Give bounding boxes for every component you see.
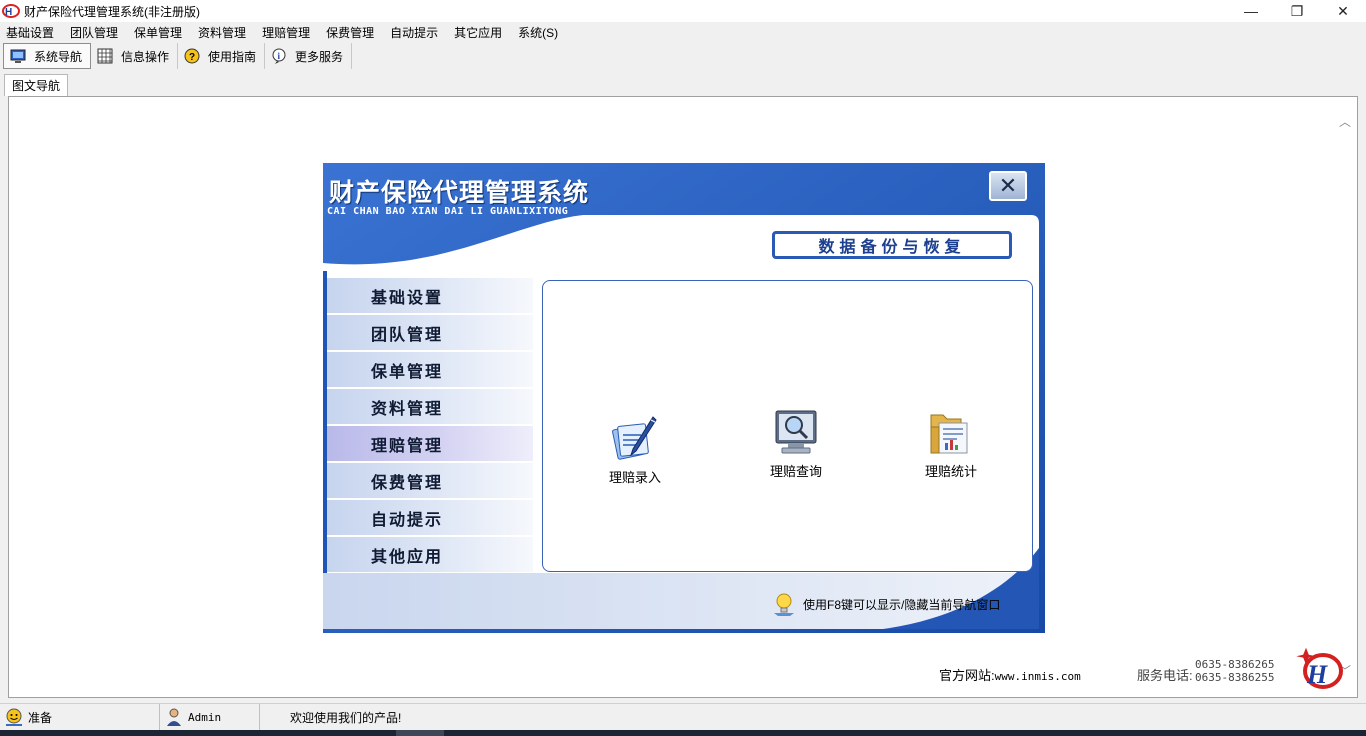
brand-logo-icon: H <box>1296 647 1343 689</box>
section-title-badge: 数据备份与恢复 <box>772 231 1012 259</box>
official-site: 官方网站:www.inmis.com <box>939 665 1081 684</box>
nav-item-policy[interactable]: 保单管理 <box>327 352 533 388</box>
toolbar-system-nav-button[interactable]: 系统导航 <box>3 43 92 69</box>
taskbar-active-app[interactable] <box>396 730 444 736</box>
claim-query-button[interactable]: 理赔查询 <box>770 407 822 480</box>
minimize-button[interactable]: — <box>1228 0 1274 22</box>
site-label: 官方网站: <box>939 668 995 683</box>
status-user: Admin <box>160 704 260 730</box>
status-text: 准备 <box>28 710 53 725</box>
welcome-text: 欢迎使用我们的产品! <box>290 710 402 725</box>
navigation-panel: 财产保险代理管理系统 CAI CHAN BAO XIAN DAI LI GUAN… <box>323 163 1045 633</box>
user-icon <box>167 708 181 726</box>
tab-row: 图文导航 <box>0 74 1366 96</box>
toolbar-more-services-button[interactable]: i 更多服务 <box>265 43 353 69</box>
status-state: 准备 <box>0 704 160 730</box>
taskbar <box>0 730 1366 736</box>
menu-bar: 基础设置 团队管理 保单管理 资料管理 理赔管理 保费管理 自动提示 其它应用 … <box>0 22 1366 42</box>
phone-number: 0635-8386255 <box>1195 671 1275 684</box>
svg-text:?: ? <box>189 52 195 63</box>
scroll-up-icon[interactable]: ︿ <box>1339 113 1351 130</box>
phone-label: 服务电话: <box>1137 668 1193 683</box>
help-icon: ? <box>184 48 200 64</box>
nav-item-basic-settings[interactable]: 基础设置 <box>327 278 533 314</box>
menu-premium[interactable]: 保费管理 <box>326 24 374 41</box>
menu-reminders[interactable]: 自动提示 <box>390 24 438 41</box>
menu-team[interactable]: 团队管理 <box>70 24 118 41</box>
nav-item-claims[interactable]: 理赔管理 <box>327 426 533 462</box>
pen-document-icon <box>612 416 657 460</box>
toolbar-label: 更多服务 <box>295 49 344 64</box>
menu-policy[interactable]: 保单管理 <box>134 24 182 41</box>
content-area: ︿ ﹀ 财产保险代理管理系统 CAI CHAN BAO XIAN DAI LI … <box>8 96 1358 698</box>
panel-subtitle: CAI CHAN BAO XIAN DAI LI GUANLIXITONG <box>327 206 569 217</box>
panel-title: 财产保险代理管理系统 <box>329 178 590 207</box>
toolbar-info-ops-button[interactable]: 信息操作 <box>91 43 179 69</box>
menu-system[interactable]: 系统(S) <box>518 24 558 41</box>
claim-entry-button[interactable]: 理赔录入 <box>609 413 661 486</box>
status-message: 欢迎使用我们的产品! <box>260 704 1366 730</box>
nav-item-reminders[interactable]: 自动提示 <box>327 500 533 536</box>
toolbar-label: 信息操作 <box>121 49 170 64</box>
phone-numbers: 0635-8386265 0635-8386255 <box>1195 658 1274 684</box>
status-bar: 准备 Admin 欢迎使用我们的产品! <box>0 703 1366 730</box>
function-label: 理赔录入 <box>609 470 662 485</box>
nav-menu: 基础设置 团队管理 保单管理 资料管理 理赔管理 保费管理 自动提示 其他应用 <box>327 278 533 574</box>
svg-text:H: H <box>1306 660 1328 689</box>
nav-item-materials[interactable]: 资料管理 <box>327 389 533 425</box>
monitor-icon <box>10 48 26 64</box>
toolbar-label: 使用指南 <box>208 49 257 64</box>
folder-stats-icon <box>930 414 968 454</box>
tab-graphic-nav[interactable]: 图文导航 <box>4 74 69 96</box>
magnifier-monitor-icon <box>775 410 817 454</box>
site-url[interactable]: www.inmis.com <box>995 670 1081 683</box>
function-label: 理赔查询 <box>770 464 823 479</box>
hint-message: 使用F8键可以显示/隐藏当前导航窗口 <box>771 591 1000 617</box>
nav-item-team[interactable]: 团队管理 <box>327 315 533 351</box>
hint-text: 使用F8键可以显示/隐藏当前导航窗口 <box>803 597 1001 612</box>
toolbar: 系统导航 信息操作 ? 使用指南 i 更多服务 <box>0 42 1366 70</box>
restore-button[interactable]: ❐ <box>1274 0 1320 22</box>
phone-number: 0635-8386265 <box>1195 658 1275 671</box>
title-bar: H 财产保险代理管理系统(非注册版) — ❐ ✕ <box>0 0 1366 22</box>
svg-text:H: H <box>5 7 12 18</box>
app-logo-icon: H <box>2 4 20 18</box>
toolbar-label: 系统导航 <box>34 49 83 64</box>
nav-item-other-apps[interactable]: 其他应用 <box>327 537 533 573</box>
info-icon: i <box>271 48 287 64</box>
panel-close-button[interactable]: ✕ <box>989 171 1027 201</box>
menu-claims[interactable]: 理赔管理 <box>262 24 310 41</box>
lightbulb-icon <box>774 593 794 616</box>
grid-icon <box>97 48 113 64</box>
username: Admin <box>188 710 222 724</box>
toolbar-guide-button[interactable]: ? 使用指南 <box>178 43 266 69</box>
smiley-icon <box>6 708 22 726</box>
function-panel: 理赔录入 理赔查询 理赔统计 <box>542 280 1033 572</box>
function-label: 理赔统计 <box>925 464 978 479</box>
menu-materials[interactable]: 资料管理 <box>198 24 246 41</box>
close-button[interactable]: ✕ <box>1320 0 1366 22</box>
window-title: 财产保险代理管理系统(非注册版) <box>24 4 200 19</box>
menu-basic-settings[interactable]: 基础设置 <box>6 24 54 41</box>
menu-other-apps[interactable]: 其它应用 <box>454 24 502 41</box>
nav-item-premium[interactable]: 保费管理 <box>327 463 533 499</box>
claim-stats-button[interactable]: 理赔统计 <box>925 407 977 480</box>
